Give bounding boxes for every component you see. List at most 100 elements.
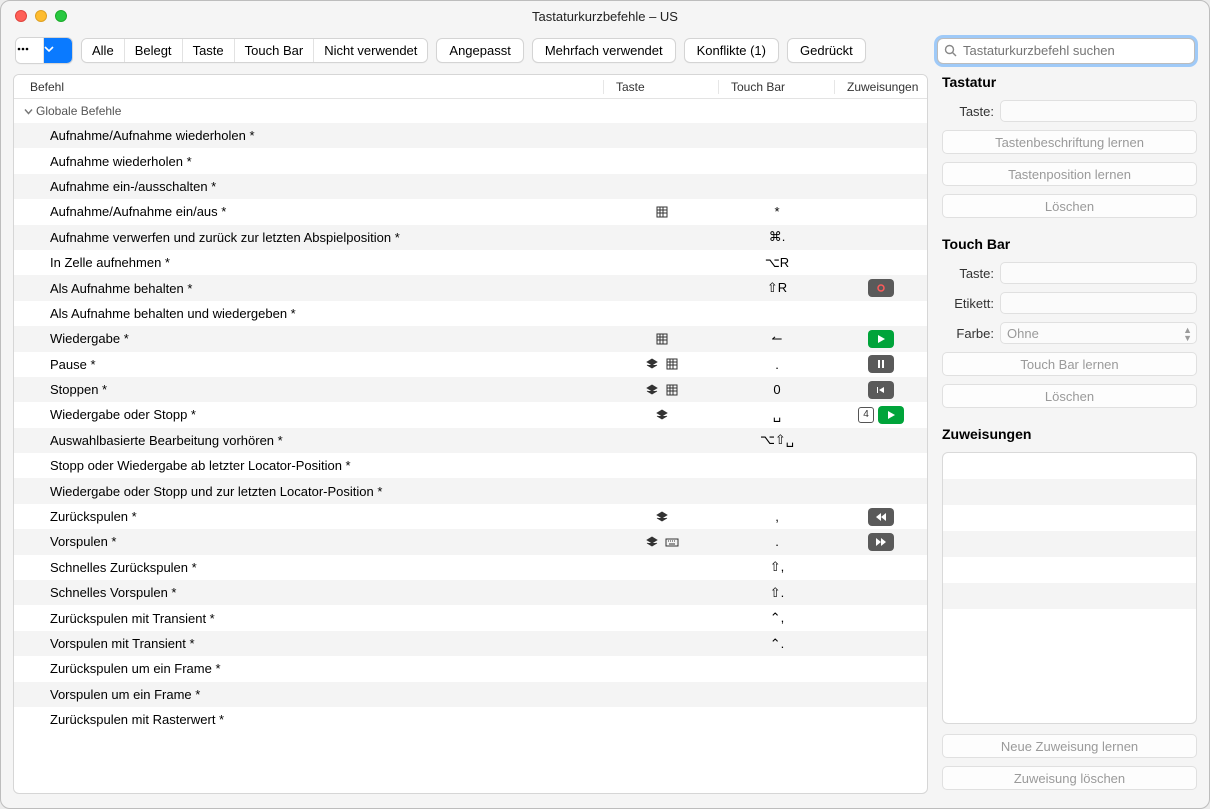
search-icon	[944, 44, 957, 57]
filter-nicht-verwendet[interactable]: Nicht verwendet	[314, 39, 427, 62]
group-label: Globale Befehle	[36, 104, 121, 118]
stack-icon	[645, 357, 659, 371]
button-tastenbeschriftung[interactable]: Tastenbeschriftung lernen	[942, 130, 1197, 154]
table-row[interactable]: Zurückspulen *,	[14, 504, 927, 529]
minimize-icon[interactable]	[35, 10, 47, 22]
table-row[interactable]: Wiedergabe *↼	[14, 326, 927, 351]
cell-command: In Zelle aufnehmen *	[14, 255, 604, 270]
table-row[interactable]: Wiedergabe oder Stopp *␣4	[14, 402, 927, 427]
stack-icon	[645, 535, 659, 549]
cell-touchbar: ⇧,	[719, 559, 835, 575]
table-row[interactable]: In Zelle aufnehmen *⌥R	[14, 250, 927, 275]
options-button[interactable]	[16, 38, 44, 63]
record-pill-icon	[868, 279, 894, 297]
table-row[interactable]: Schnelles Zurückspulen *⇧,	[14, 555, 927, 580]
assignments-list[interactable]	[942, 452, 1197, 724]
table-row[interactable]: Zurückspulen mit Rasterwert *	[14, 707, 927, 732]
button-tb-lernen[interactable]: Touch Bar lernen	[942, 352, 1197, 376]
cell-touchbar: ,	[719, 509, 835, 524]
button-gedruckt[interactable]: Gedrückt	[787, 38, 866, 63]
cell-command: Auswahlbasierte Bearbeitung vorhören *	[14, 433, 604, 448]
keycap-icon: 4	[858, 407, 874, 423]
cell-command: Aufnahme verwerfen und zurück zur letzte…	[14, 230, 604, 245]
col-touchbar[interactable]: Touch Bar	[719, 80, 835, 94]
stack-icon	[655, 408, 669, 422]
stack-icon	[655, 510, 669, 524]
updown-icon: ▲▼	[1183, 326, 1192, 342]
filter-alle[interactable]: Alle	[82, 39, 125, 62]
table-row[interactable]: Schnelles Vorspulen *⇧.	[14, 580, 927, 605]
field-taste[interactable]	[1000, 100, 1197, 122]
stop-pill-icon	[868, 381, 894, 399]
button-tastenposition[interactable]: Tastenposition lernen	[942, 162, 1197, 186]
table-row[interactable]: Aufnahme/Aufnahme ein/aus **	[14, 199, 927, 224]
table-row[interactable]: Auswahlbasierte Bearbeitung vorhören *⌥⇧…	[14, 428, 927, 453]
titlebar: Tastaturkurzbefehle – US	[1, 1, 1209, 31]
cell-command: Zurückspulen um ein Frame *	[14, 661, 604, 676]
filter-belegt[interactable]: Belegt	[125, 39, 183, 62]
field-tb-taste[interactable]	[1000, 262, 1197, 284]
table-row[interactable]: Pause *.	[14, 352, 927, 377]
cell-touchbar: .	[719, 534, 835, 549]
button-mehrfach[interactable]: Mehrfach verwendet	[532, 38, 676, 63]
col-key[interactable]: Taste	[604, 80, 719, 94]
filter-taste[interactable]: Taste	[183, 39, 235, 62]
cell-touchbar: ⇧R	[719, 280, 835, 296]
button-loeschen-tb[interactable]: Löschen	[942, 384, 1197, 408]
maximize-icon[interactable]	[55, 10, 67, 22]
table-row[interactable]: Aufnahme verwerfen und zurück zur letzte…	[14, 225, 927, 250]
filter-touchbar[interactable]: Touch Bar	[235, 39, 315, 62]
button-neue-zuweisung[interactable]: Neue Zuweisung lernen	[942, 734, 1197, 758]
select-farbe-value: Ohne	[1007, 326, 1039, 341]
button-zuweisung-loeschen[interactable]: Zuweisung löschen	[942, 766, 1197, 790]
col-assign[interactable]: Zuweisungen	[835, 80, 927, 94]
table-row[interactable]: Aufnahme/Aufnahme wiederholen *	[14, 123, 927, 148]
table-row[interactable]: Als Aufnahme behalten und wiedergeben *	[14, 301, 927, 326]
table-row[interactable]: Als Aufnahme behalten *⇧R	[14, 275, 927, 300]
side-panel: Tastatur Taste: Tastenbeschriftung lerne…	[942, 74, 1197, 794]
table-row[interactable]: Zurückspulen mit Transient *⌃,	[14, 605, 927, 630]
play-pill-icon	[868, 330, 894, 348]
cell-key	[604, 332, 719, 346]
search-input[interactable]	[961, 42, 1188, 59]
table-row[interactable]: Vorspulen mit Transient *⌃.	[14, 631, 927, 656]
cell-command: Wiedergabe *	[14, 331, 604, 346]
table-row[interactable]: Stoppen *0	[14, 377, 927, 402]
table-row[interactable]: Vorspulen *.	[14, 529, 927, 554]
cell-key	[604, 383, 719, 397]
cell-command: Vorspulen *	[14, 534, 604, 549]
keyboard-icon	[665, 535, 679, 549]
button-angepasst[interactable]: Angepasst	[436, 38, 523, 63]
select-farbe[interactable]: Ohne ▲▼	[1000, 322, 1197, 344]
options-dropdown[interactable]	[44, 38, 72, 63]
cell-key	[604, 205, 719, 219]
ff-pill-icon	[868, 533, 894, 551]
button-konflikte[interactable]: Konflikte (1)	[684, 38, 779, 63]
numpad-icon	[665, 383, 679, 397]
window: Tastaturkurzbefehle – US Alle Belegt Tas…	[0, 0, 1210, 809]
section-touchbar: Touch Bar	[942, 236, 1197, 252]
table-row[interactable]: Stopp oder Wiedergabe ab letzter Locator…	[14, 453, 927, 478]
table-body: Globale Befehle Aufnahme/Aufnahme wieder…	[14, 99, 927, 793]
cell-key	[604, 357, 719, 371]
window-title: Tastaturkurzbefehle – US	[1, 9, 1209, 24]
cell-command: Zurückspulen mit Rasterwert *	[14, 712, 604, 727]
cell-command: Als Aufnahme behalten und wiedergeben *	[14, 306, 604, 321]
table-row[interactable]: Wiedergabe oder Stopp und zur letzten Lo…	[14, 478, 927, 503]
table-row[interactable]: Zurückspulen um ein Frame *	[14, 656, 927, 681]
group-row[interactable]: Globale Befehle	[14, 99, 927, 123]
numpad-icon	[655, 205, 669, 219]
col-command[interactable]: Befehl	[14, 80, 604, 94]
toolbar: Alle Belegt Taste Touch Bar Nicht verwen…	[1, 31, 1209, 74]
search-field[interactable]	[937, 38, 1195, 64]
close-icon[interactable]	[15, 10, 27, 22]
table-row[interactable]: Vorspulen um ein Frame *	[14, 682, 927, 707]
cell-touchbar: 0	[719, 382, 835, 397]
table-row[interactable]: Aufnahme wiederholen *	[14, 148, 927, 173]
table-row[interactable]: Aufnahme ein-/ausschalten *	[14, 174, 927, 199]
play-pill-icon	[878, 406, 904, 424]
field-etikett[interactable]	[1000, 292, 1197, 314]
cell-command: Wiedergabe oder Stopp und zur letzten Lo…	[14, 484, 604, 499]
button-loeschen-tastatur[interactable]: Löschen	[942, 194, 1197, 218]
cell-assignments: 4	[835, 406, 927, 424]
